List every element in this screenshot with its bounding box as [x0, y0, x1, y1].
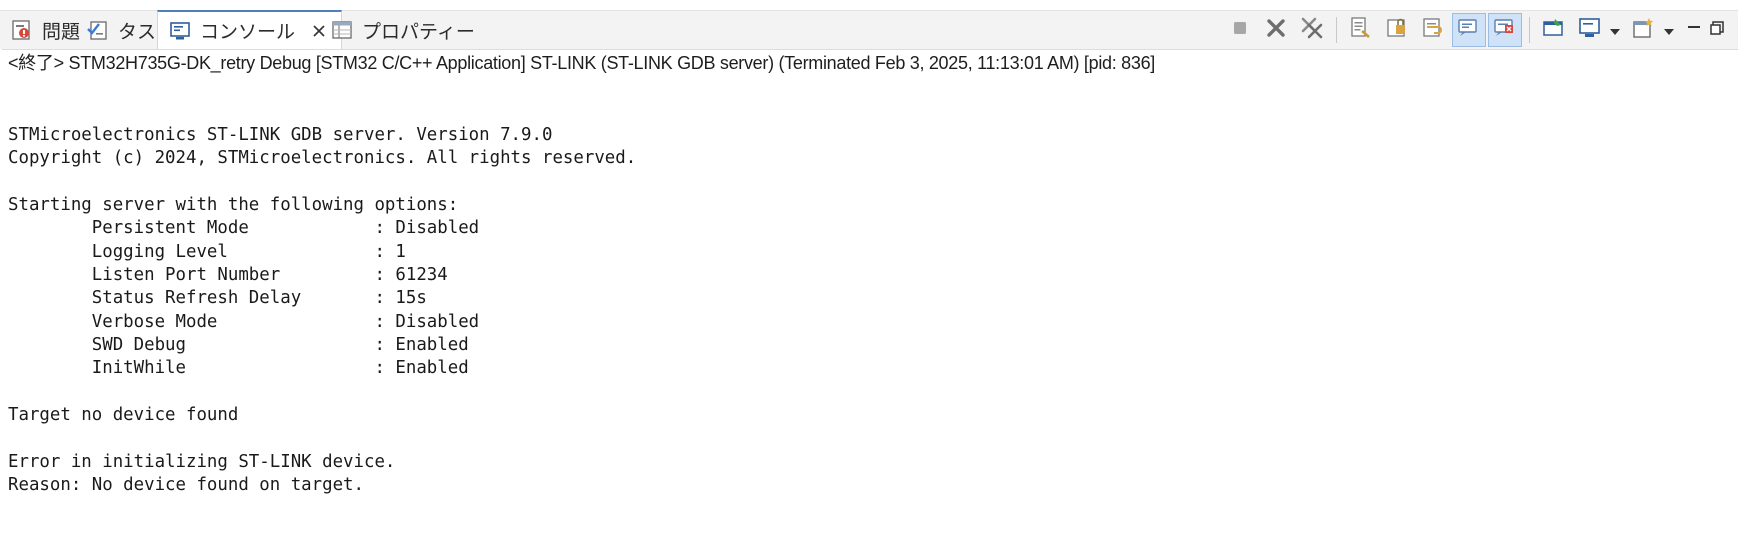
remove-launch-icon — [1265, 17, 1287, 43]
tab-label: 問題 — [42, 20, 81, 43]
console-line: STMicroelectronics ST-LINK GDB server. V… — [8, 125, 553, 145]
open-console-dropdown[interactable] — [1662, 13, 1676, 47]
terminate-button[interactable] — [1223, 13, 1257, 47]
remove-launch-button[interactable] — [1259, 13, 1293, 47]
console-line: Verbose Mode : Disabled — [8, 311, 480, 332]
toolbar-separator — [1336, 17, 1337, 43]
tasks-icon — [86, 18, 110, 42]
console-toolbar — [1222, 11, 1730, 49]
clear-console-icon — [1349, 16, 1373, 44]
word-wrap-button[interactable] — [1416, 13, 1450, 47]
console-line: Status Refresh Delay : 15s — [8, 288, 427, 309]
console-output[interactable]: STMicroelectronics ST-LINK GDB server. V… — [8, 124, 636, 498]
show-console-on-stdout-button[interactable] — [1452, 13, 1486, 47]
properties-icon — [330, 18, 354, 42]
tab-label: プロパティー — [362, 20, 475, 43]
console-line: Listen Port Number : 61234 — [8, 265, 448, 286]
console-line: Persistent Mode : Disabled — [8, 218, 480, 239]
console-line: Error in initializing ST-LINK device. — [8, 451, 396, 472]
console-line: Target no device found — [8, 405, 239, 426]
display-selected-console-icon — [1578, 16, 1602, 44]
problems-icon — [10, 18, 34, 42]
word-wrap-icon — [1421, 16, 1445, 44]
console-line: Starting server with the following optio… — [8, 195, 459, 216]
scroll-lock-button[interactable] — [1380, 13, 1414, 47]
tab-problems[interactable]: 問題 — [10, 11, 80, 49]
show-console-on-stderr-button[interactable] — [1488, 13, 1522, 47]
minimize-icon — [1686, 20, 1702, 40]
show-console-on-stdout-icon — [1457, 16, 1481, 44]
tab-label: コンソール — [200, 21, 296, 43]
console-line: InitWhile : Enabled — [8, 358, 469, 379]
remove-all-terminated-icon — [1300, 16, 1324, 44]
console-line: Copyright (c) 2024, STMicroelectronics. … — [8, 148, 637, 169]
clear-console-button[interactable] — [1344, 13, 1378, 47]
minimize-button[interactable] — [1681, 13, 1707, 47]
console-left-edge — [0, 49, 2, 541]
toolbar-separator — [1529, 17, 1530, 43]
maximize-button[interactable] — [1709, 13, 1729, 47]
chevron-down-icon — [1610, 21, 1620, 40]
show-console-on-stderr-icon — [1493, 16, 1517, 44]
terminate-icon — [1231, 19, 1249, 41]
tab-properties[interactable]: プロパティー — [330, 11, 475, 49]
console-line: SWD Debug : Enabled — [8, 335, 469, 356]
open-console-button[interactable] — [1627, 13, 1661, 47]
pin-console-button[interactable] — [1537, 13, 1571, 47]
display-selected-console-button[interactable] — [1573, 13, 1607, 47]
close-icon[interactable] — [309, 21, 329, 41]
view-tab-bar: 問題 タスク コンソール プロパティー — [0, 10, 1738, 50]
pin-console-icon — [1542, 16, 1566, 44]
scroll-lock-icon — [1385, 16, 1409, 44]
open-console-icon — [1632, 16, 1656, 44]
display-selected-console-dropdown[interactable] — [1608, 13, 1622, 47]
console-line: Logging Level : 1 — [8, 241, 406, 262]
chevron-down-icon — [1664, 21, 1674, 40]
remove-all-terminated-button[interactable] — [1295, 13, 1329, 47]
console-process-title: <終了> STM32H735G-DK_retry Debug [STM32 C/… — [8, 53, 1155, 73]
maximize-icon — [1709, 20, 1725, 40]
console-icon — [168, 19, 192, 43]
console-line: Reason: No device found on target. — [8, 475, 364, 496]
tab-console[interactable]: コンソール — [157, 10, 343, 49]
